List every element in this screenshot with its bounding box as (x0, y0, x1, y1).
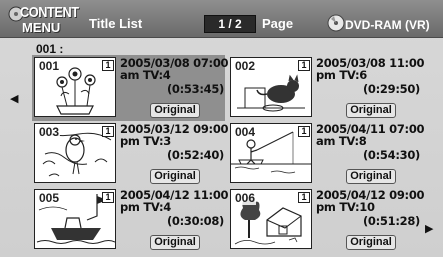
content-menu-button[interactable]: CONTENT MENU (8, 4, 88, 36)
title-badge: 1 (298, 192, 310, 203)
title-number: 005 (38, 191, 61, 205)
title-number: 006 (234, 191, 257, 205)
title-duration: (0:52:40) (166, 148, 224, 162)
bird-thumbnail: 003 1 (34, 123, 116, 183)
original-button[interactable]: Original (150, 103, 200, 118)
title-badge: 1 (102, 60, 114, 71)
header-bar: CONTENT MENU Title List 1 / 2 Page DVD-R… (0, 0, 443, 38)
dvd-disc-icon (327, 14, 345, 32)
disc-type-label: DVD-RAM (VR) (345, 18, 430, 32)
title-number: 004 (234, 125, 257, 139)
title-channel: pm TV:10 (316, 200, 375, 214)
previous-page-arrow-icon[interactable]: ◀ (10, 92, 18, 105)
title-duration: (0:53:45) (166, 82, 224, 96)
title-info: 2005/04/12 09:00 pm TV:10 (0:51:28) (316, 189, 425, 228)
title-info: 2005/04/12 11:00 pm TV:4 (0:30:08) (120, 189, 229, 228)
title-badge: 1 (102, 192, 114, 203)
title-list-screen: CONTENT MENU Title List 1 / 2 Page DVD-R… (0, 0, 443, 257)
original-button[interactable]: Original (346, 169, 396, 184)
page-title: Title List (89, 16, 143, 31)
title-info: 2005/03/08 07:00 am TV:4 (0:53:45) (120, 57, 229, 96)
title-channel: pm TV:3 (120, 134, 171, 148)
title-card[interactable]: 004 1 2005/04/11 07:00 am TV:8 (0:54:30)… (228, 121, 425, 187)
title-info: 2005/04/11 07:00 am TV:8 (0:54:30) (316, 123, 425, 162)
title-info: 2005/03/12 09:00 pm TV:3 (0:52:40) (120, 123, 229, 162)
title-channel: am TV:8 (316, 134, 367, 148)
title-duration: (0:29:50) (362, 82, 420, 96)
title-badge: 1 (102, 126, 114, 137)
page-label: Page (262, 16, 294, 31)
fishing-thumbnail: 004 1 (230, 123, 312, 183)
title-badge: 1 (298, 126, 310, 137)
title-card[interactable]: 006 1 2005/04/12 09:00 pm TV:10 (0:51:28… (228, 187, 425, 253)
original-button[interactable]: Original (346, 235, 396, 250)
title-duration: (0:54:30) (362, 148, 420, 162)
title-number: 001 (38, 59, 61, 73)
title-info: 2005/03/08 11:00 pm TV:6 (0:29:50) (316, 57, 425, 96)
house-thumbnail: 006 1 (230, 189, 312, 249)
title-channel: am TV:4 (120, 68, 171, 82)
selected-title-indicator: 001 : (36, 42, 64, 56)
original-button[interactable]: Original (150, 169, 200, 184)
title-card[interactable]: 005 1 2005/04/12 11:00 pm TV:4 (0:30:08)… (32, 187, 229, 253)
original-button[interactable]: Original (346, 103, 396, 118)
original-button[interactable]: Original (150, 235, 200, 250)
sunflowers-thumbnail: 001 1 (34, 57, 116, 117)
ship-thumbnail: 005 1 (34, 189, 116, 249)
title-duration: (0:51:28) (362, 214, 420, 228)
next-page-arrow-icon[interactable]: ▶ (425, 222, 433, 235)
title-number: 003 (38, 125, 61, 139)
title-card[interactable]: 002 1 2005/03/08 11:00 pm TV:6 (0:29:50)… (228, 55, 425, 121)
title-channel: pm TV:4 (120, 200, 171, 214)
content-label: CONTENT (20, 4, 79, 21)
menu-label: MENU (22, 20, 61, 35)
title-channel: pm TV:6 (316, 68, 367, 82)
title-card[interactable]: 003 1 2005/03/12 09:00 pm TV:3 (0:52:40)… (32, 121, 229, 187)
title-card[interactable]: 001 1 2005/03/08 07:00 am TV:4 (0:53:45)… (32, 55, 229, 121)
title-badge: 1 (298, 60, 310, 71)
page-indicator: 1 / 2 (204, 15, 256, 33)
title-number: 002 (234, 59, 257, 73)
title-duration: (0:30:08) (166, 214, 224, 228)
cat-thumbnail: 002 1 (230, 57, 312, 117)
